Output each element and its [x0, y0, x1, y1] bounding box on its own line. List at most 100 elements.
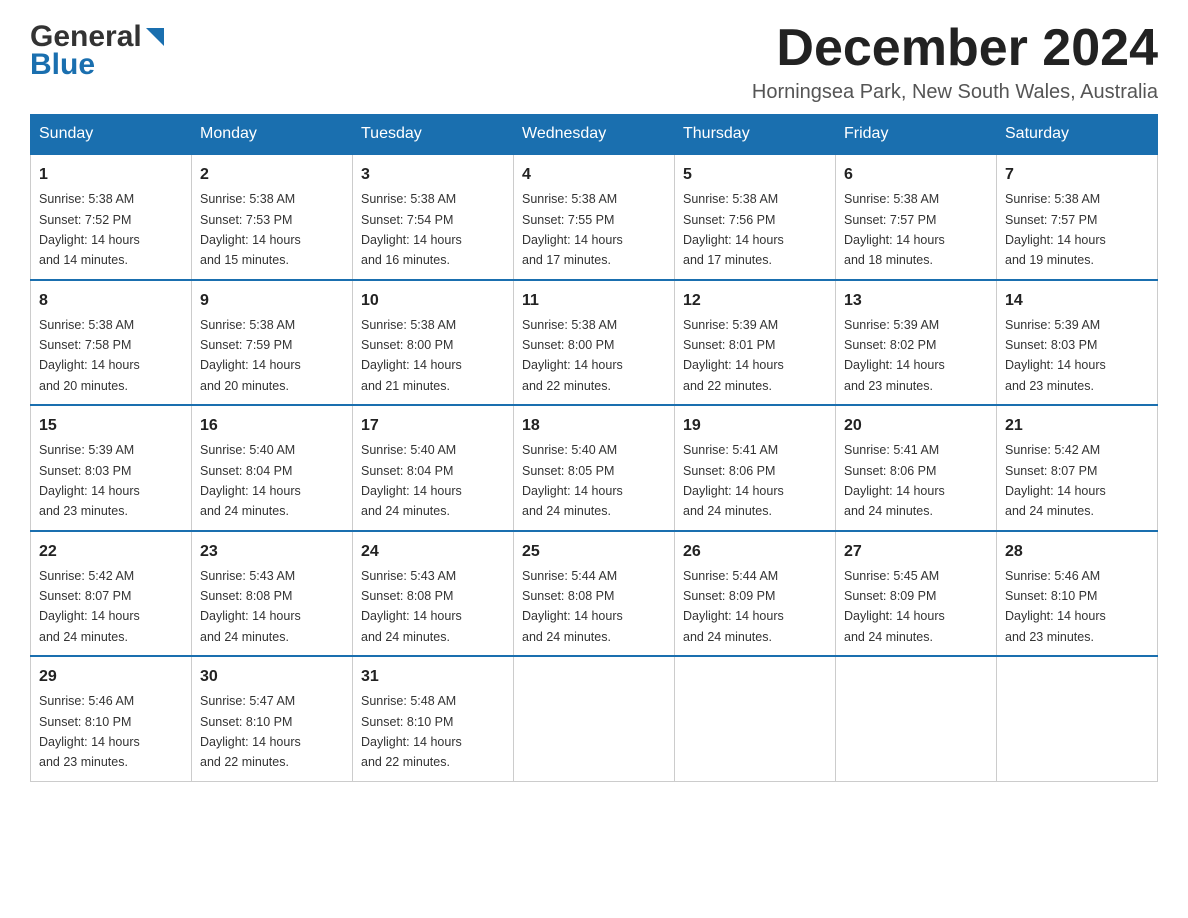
day-info: Sunrise: 5:38 AMSunset: 7:57 PMDaylight:… — [844, 192, 945, 267]
day-number: 26 — [683, 540, 827, 564]
page-header: General Blue December 2024 Horningsea Pa… — [30, 20, 1158, 104]
day-info: Sunrise: 5:40 AMSunset: 8:05 PMDaylight:… — [522, 443, 623, 518]
calendar-cell: 28 Sunrise: 5:46 AMSunset: 8:10 PMDaylig… — [997, 531, 1158, 657]
day-number: 28 — [1005, 540, 1149, 564]
calendar-cell: 11 Sunrise: 5:38 AMSunset: 8:00 PMDaylig… — [514, 280, 675, 406]
day-number: 31 — [361, 665, 505, 689]
calendar-cell: 7 Sunrise: 5:38 AMSunset: 7:57 PMDayligh… — [997, 154, 1158, 280]
day-number: 22 — [39, 540, 183, 564]
calendar-cell: 14 Sunrise: 5:39 AMSunset: 8:03 PMDaylig… — [997, 280, 1158, 406]
day-number: 21 — [1005, 414, 1149, 438]
day-info: Sunrise: 5:47 AMSunset: 8:10 PMDaylight:… — [200, 694, 301, 769]
day-number: 10 — [361, 289, 505, 313]
calendar-cell: 30 Sunrise: 5:47 AMSunset: 8:10 PMDaylig… — [192, 656, 353, 781]
calendar-cell: 31 Sunrise: 5:48 AMSunset: 8:10 PMDaylig… — [353, 656, 514, 781]
calendar-cell: 3 Sunrise: 5:38 AMSunset: 7:54 PMDayligh… — [353, 154, 514, 280]
calendar-cell — [514, 656, 675, 781]
day-info: Sunrise: 5:38 AMSunset: 7:54 PMDaylight:… — [361, 192, 462, 267]
header-monday: Monday — [192, 115, 353, 155]
location-subtitle: Horningsea Park, New South Wales, Austra… — [752, 81, 1158, 104]
day-number: 24 — [361, 540, 505, 564]
day-number: 2 — [200, 163, 344, 187]
day-number: 13 — [844, 289, 988, 313]
calendar-table: Sunday Monday Tuesday Wednesday Thursday… — [30, 114, 1158, 782]
day-info: Sunrise: 5:40 AMSunset: 8:04 PMDaylight:… — [361, 443, 462, 518]
calendar-cell: 22 Sunrise: 5:42 AMSunset: 8:07 PMDaylig… — [31, 531, 192, 657]
calendar-cell: 2 Sunrise: 5:38 AMSunset: 7:53 PMDayligh… — [192, 154, 353, 280]
calendar-title-area: December 2024 Horningsea Park, New South… — [752, 20, 1158, 104]
day-info: Sunrise: 5:43 AMSunset: 8:08 PMDaylight:… — [200, 569, 301, 644]
day-info: Sunrise: 5:44 AMSunset: 8:08 PMDaylight:… — [522, 569, 623, 644]
day-number: 15 — [39, 414, 183, 438]
calendar-cell: 23 Sunrise: 5:43 AMSunset: 8:08 PMDaylig… — [192, 531, 353, 657]
calendar-cell: 19 Sunrise: 5:41 AMSunset: 8:06 PMDaylig… — [675, 405, 836, 531]
calendar-cell: 21 Sunrise: 5:42 AMSunset: 8:07 PMDaylig… — [997, 405, 1158, 531]
day-info: Sunrise: 5:46 AMSunset: 8:10 PMDaylight:… — [39, 694, 140, 769]
calendar-cell — [836, 656, 997, 781]
day-info: Sunrise: 5:45 AMSunset: 8:09 PMDaylight:… — [844, 569, 945, 644]
day-number: 25 — [522, 540, 666, 564]
calendar-cell: 8 Sunrise: 5:38 AMSunset: 7:58 PMDayligh… — [31, 280, 192, 406]
day-number: 20 — [844, 414, 988, 438]
calendar-cell: 18 Sunrise: 5:40 AMSunset: 8:05 PMDaylig… — [514, 405, 675, 531]
day-info: Sunrise: 5:38 AMSunset: 7:57 PMDaylight:… — [1005, 192, 1106, 267]
day-info: Sunrise: 5:43 AMSunset: 8:08 PMDaylight:… — [361, 569, 462, 644]
day-info: Sunrise: 5:39 AMSunset: 8:01 PMDaylight:… — [683, 318, 784, 393]
calendar-cell: 20 Sunrise: 5:41 AMSunset: 8:06 PMDaylig… — [836, 405, 997, 531]
day-number: 5 — [683, 163, 827, 187]
day-info: Sunrise: 5:39 AMSunset: 8:03 PMDaylight:… — [39, 443, 140, 518]
calendar-cell — [675, 656, 836, 781]
header-friday: Friday — [836, 115, 997, 155]
calendar-cell: 25 Sunrise: 5:44 AMSunset: 8:08 PMDaylig… — [514, 531, 675, 657]
day-number: 3 — [361, 163, 505, 187]
calendar-cell: 1 Sunrise: 5:38 AMSunset: 7:52 PMDayligh… — [31, 154, 192, 280]
calendar-cell: 26 Sunrise: 5:44 AMSunset: 8:09 PMDaylig… — [675, 531, 836, 657]
day-info: Sunrise: 5:40 AMSunset: 8:04 PMDaylight:… — [200, 443, 301, 518]
day-info: Sunrise: 5:46 AMSunset: 8:10 PMDaylight:… — [1005, 569, 1106, 644]
calendar-cell: 6 Sunrise: 5:38 AMSunset: 7:57 PMDayligh… — [836, 154, 997, 280]
calendar-cell: 16 Sunrise: 5:40 AMSunset: 8:04 PMDaylig… — [192, 405, 353, 531]
week-row-3: 15 Sunrise: 5:39 AMSunset: 8:03 PMDaylig… — [31, 405, 1158, 531]
day-info: Sunrise: 5:38 AMSunset: 7:55 PMDaylight:… — [522, 192, 623, 267]
calendar-cell: 17 Sunrise: 5:40 AMSunset: 8:04 PMDaylig… — [353, 405, 514, 531]
day-number: 9 — [200, 289, 344, 313]
week-row-5: 29 Sunrise: 5:46 AMSunset: 8:10 PMDaylig… — [31, 656, 1158, 781]
day-number: 14 — [1005, 289, 1149, 313]
calendar-cell — [997, 656, 1158, 781]
day-info: Sunrise: 5:38 AMSunset: 7:56 PMDaylight:… — [683, 192, 784, 267]
day-info: Sunrise: 5:42 AMSunset: 8:07 PMDaylight:… — [39, 569, 140, 644]
day-info: Sunrise: 5:41 AMSunset: 8:06 PMDaylight:… — [683, 443, 784, 518]
day-info: Sunrise: 5:39 AMSunset: 8:03 PMDaylight:… — [1005, 318, 1106, 393]
day-info: Sunrise: 5:41 AMSunset: 8:06 PMDaylight:… — [844, 443, 945, 518]
calendar-cell: 12 Sunrise: 5:39 AMSunset: 8:01 PMDaylig… — [675, 280, 836, 406]
day-info: Sunrise: 5:38 AMSunset: 7:52 PMDaylight:… — [39, 192, 140, 267]
day-info: Sunrise: 5:38 AMSunset: 8:00 PMDaylight:… — [522, 318, 623, 393]
header-saturday: Saturday — [997, 115, 1158, 155]
day-info: Sunrise: 5:38 AMSunset: 7:53 PMDaylight:… — [200, 192, 301, 267]
weekday-header-row: Sunday Monday Tuesday Wednesday Thursday… — [31, 115, 1158, 155]
header-sunday: Sunday — [31, 115, 192, 155]
month-title: December 2024 — [752, 20, 1158, 77]
day-number: 6 — [844, 163, 988, 187]
calendar-cell: 27 Sunrise: 5:45 AMSunset: 8:09 PMDaylig… — [836, 531, 997, 657]
day-number: 30 — [200, 665, 344, 689]
day-info: Sunrise: 5:42 AMSunset: 8:07 PMDaylight:… — [1005, 443, 1106, 518]
day-number: 12 — [683, 289, 827, 313]
day-info: Sunrise: 5:38 AMSunset: 7:59 PMDaylight:… — [200, 318, 301, 393]
week-row-4: 22 Sunrise: 5:42 AMSunset: 8:07 PMDaylig… — [31, 531, 1158, 657]
calendar-cell: 10 Sunrise: 5:38 AMSunset: 8:00 PMDaylig… — [353, 280, 514, 406]
day-number: 16 — [200, 414, 344, 438]
day-number: 7 — [1005, 163, 1149, 187]
calendar-cell: 4 Sunrise: 5:38 AMSunset: 7:55 PMDayligh… — [514, 154, 675, 280]
calendar-cell: 29 Sunrise: 5:46 AMSunset: 8:10 PMDaylig… — [31, 656, 192, 781]
header-wednesday: Wednesday — [514, 115, 675, 155]
day-number: 19 — [683, 414, 827, 438]
day-number: 23 — [200, 540, 344, 564]
day-number: 8 — [39, 289, 183, 313]
header-tuesday: Tuesday — [353, 115, 514, 155]
day-number: 29 — [39, 665, 183, 689]
header-thursday: Thursday — [675, 115, 836, 155]
day-info: Sunrise: 5:38 AMSunset: 8:00 PMDaylight:… — [361, 318, 462, 393]
calendar-cell: 13 Sunrise: 5:39 AMSunset: 8:02 PMDaylig… — [836, 280, 997, 406]
day-number: 27 — [844, 540, 988, 564]
